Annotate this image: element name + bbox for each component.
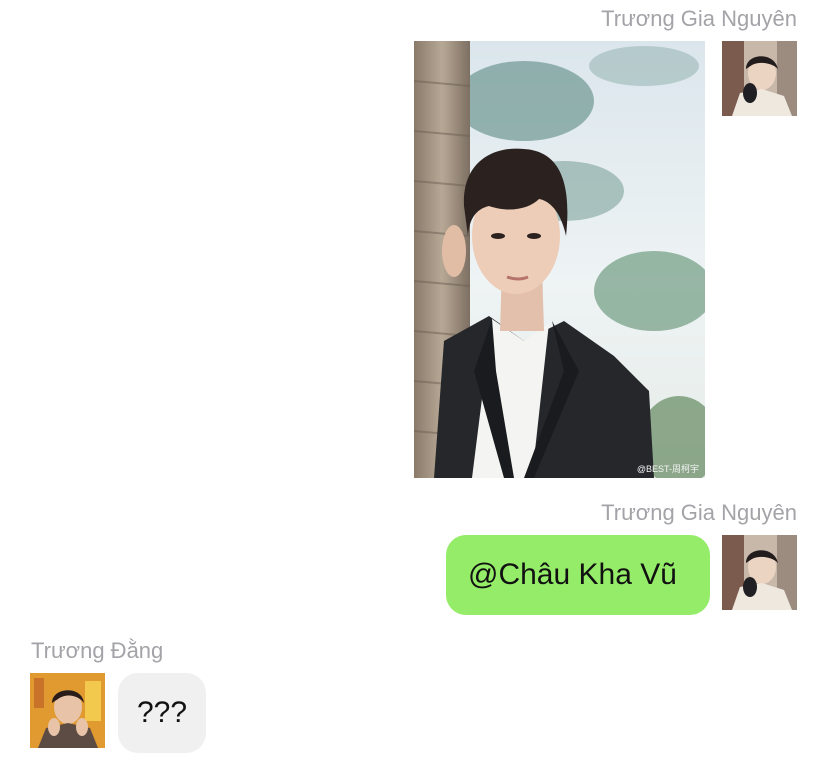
avatar-photo-icon	[30, 673, 105, 748]
avatar-photo-icon	[722, 41, 797, 116]
sender-name: Trương Đằng	[31, 638, 164, 663]
photo-portrait-icon	[414, 41, 705, 478]
sender-name: Trương Gia Nguyên	[601, 6, 797, 31]
sender-name: Trương Gia Nguyên	[601, 500, 797, 525]
message-text: @Châu Kha Vũ	[468, 558, 677, 591]
sender-avatar[interactable]	[722, 41, 797, 116]
photo-watermark: @BEST-周柯宇	[636, 464, 699, 474]
message-bubble-outgoing[interactable]: @Châu Kha Vũ	[446, 535, 710, 615]
avatar-photo-icon	[722, 535, 797, 610]
sender-avatar[interactable]	[722, 535, 797, 610]
message-image[interactable]: @BEST-周柯宇	[414, 41, 705, 478]
message-text: ???	[136, 696, 188, 729]
message-bubble-incoming[interactable]: ???	[118, 673, 206, 753]
sender-avatar[interactable]	[30, 673, 105, 748]
